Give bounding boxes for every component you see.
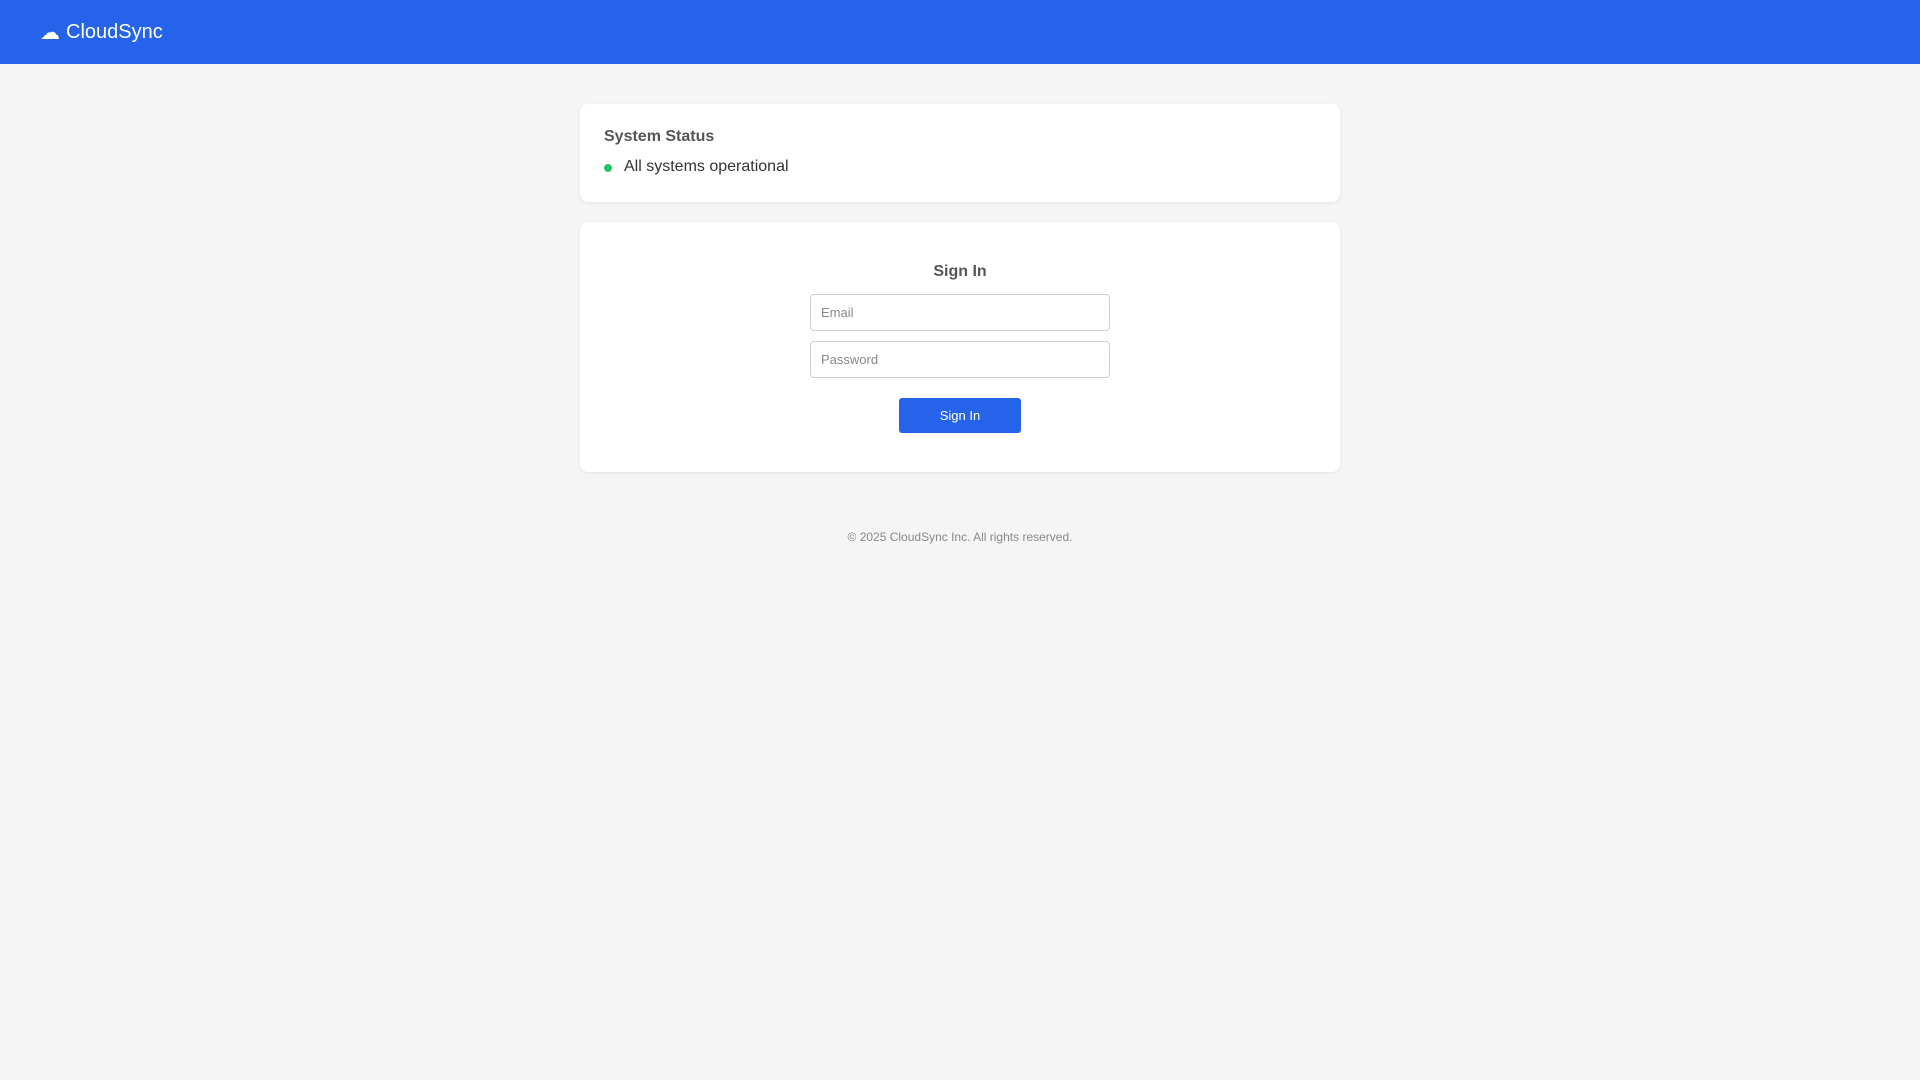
brand-name: CloudSync bbox=[66, 20, 163, 43]
sign-in-card: Sign In Sign In bbox=[580, 222, 1340, 472]
status-indicator-icon bbox=[604, 164, 612, 172]
footer-copyright: © 2025 CloudSync Inc. All rights reserve… bbox=[847, 530, 1073, 544]
sign-in-title: Sign In bbox=[933, 263, 987, 280]
email-input[interactable] bbox=[810, 294, 1110, 331]
cloud-icon: ☁ bbox=[40, 22, 60, 44]
system-status-title: System Status bbox=[604, 128, 715, 145]
top-header: ☁ CloudSync bbox=[0, 0, 1920, 64]
brand[interactable]: ☁ CloudSync bbox=[40, 21, 163, 44]
system-status-card: System Status All systems operational bbox=[580, 104, 1340, 202]
system-status-line: All systems operational bbox=[604, 158, 1316, 176]
system-status-message: All systems operational bbox=[624, 158, 789, 175]
sign-in-button[interactable]: Sign In bbox=[899, 398, 1021, 433]
password-input[interactable] bbox=[810, 341, 1110, 378]
main-content: System Status All systems operational Si… bbox=[580, 104, 1340, 544]
